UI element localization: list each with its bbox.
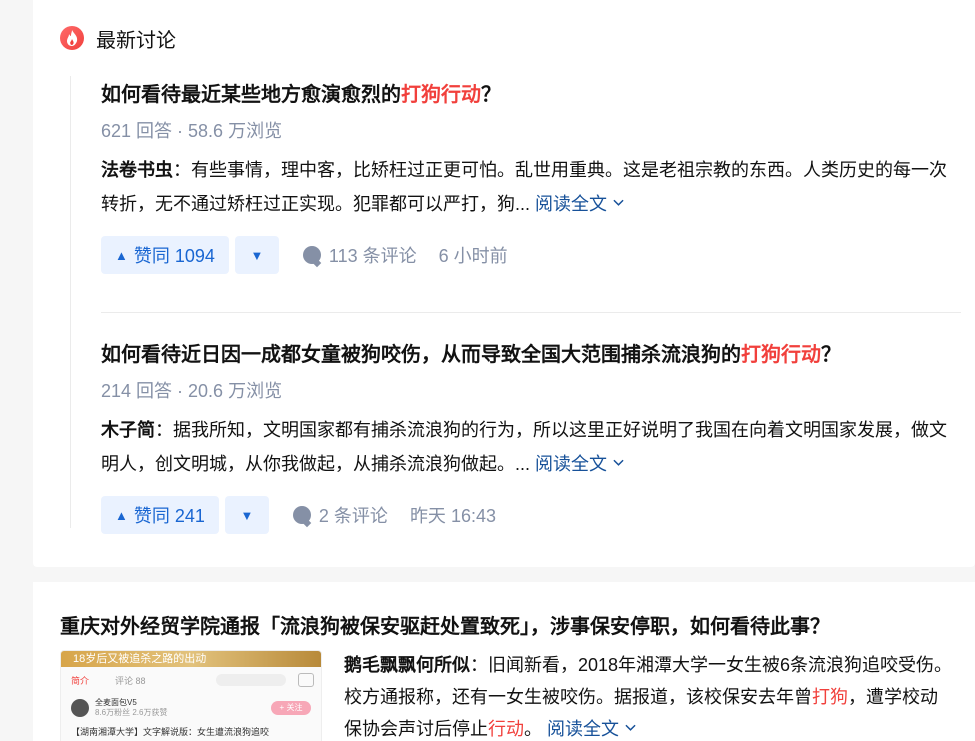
- thumbnail-caption: 【湖南湘潭大学】文字解说版：女生遭流浪狗追咬: [71, 727, 270, 737]
- discussion-thread: 如何看待最近某些地方愈演愈烈的打狗行动？ 621 回答 · 58.6 万浏览 法…: [70, 76, 975, 534]
- question-title[interactable]: 如何看待最近某些地方愈演愈烈的打狗行动？: [101, 76, 961, 114]
- question-title-highlight[interactable]: 打狗行动: [741, 344, 821, 366]
- thumbnail-tabs: 简介 评论 88: [61, 671, 321, 689]
- answer-excerpt[interactable]: 法卷书虫：有些事情，理中客，比矫枉过正更可怕。乱世用重典。这是老祖宗教的东西。人…: [101, 153, 951, 221]
- thumbnail-tab-intro: 简介: [71, 675, 90, 686]
- read-more-link[interactable]: 阅读全文: [535, 194, 624, 214]
- answer-excerpt[interactable]: 鹅毛飘飘何所似：旧闻新看，2018年湘潭大学一女生被6条流浪狗追咬受伤。校方通报…: [344, 649, 954, 741]
- question-meta: 621 回答 · 58.6 万浏览: [101, 121, 283, 141]
- comment-icon: [302, 246, 321, 264]
- chevron-down-icon: [613, 199, 624, 206]
- upvote-button[interactable]: ▲ 赞同 241: [101, 496, 219, 534]
- video-thumbnail[interactable]: 18岁后又被追杀之路的出动 简介 评论 88 全麦面包V5 8.6万粉丝 2.6…: [60, 650, 322, 741]
- avatar: [71, 699, 89, 717]
- downvote-button[interactable]: ▼: [234, 236, 279, 274]
- question-title[interactable]: 重庆对外经贸学院通报「流浪狗被保安驱赶处置致死」，涉事保安停职，如何看待此事？: [60, 610, 830, 639]
- answer-author[interactable]: 鹅毛飘飘何所似: [344, 655, 470, 675]
- read-more-link[interactable]: 阅读全文: [547, 719, 636, 739]
- latest-discussion-card: 最新讨论 如何看待最近某些地方愈演愈烈的打狗行动？ 621 回答 · 58.6 …: [33, 0, 975, 567]
- answer-author[interactable]: 法卷书虫: [101, 160, 173, 180]
- section-header: 最新讨论: [60, 24, 176, 52]
- thumbnail-user: 全麦面包V5 8.6万粉丝 2.6万获赞: [95, 698, 168, 717]
- feed-card: 重庆对外经贸学院通报「流浪狗被保安驱赶处置致死」，涉事保安停职，如何看待此事？ …: [33, 582, 975, 741]
- thumbnail-search-box: [215, 674, 286, 686]
- comment-icon: [292, 506, 311, 524]
- divider: [101, 312, 961, 313]
- chevron-down-icon: [625, 724, 636, 731]
- thumbnail-app-icon: [297, 673, 314, 687]
- thumbnail-user-row: 全麦面包V5 8.6万粉丝 2.6万获赞 + 关注: [61, 695, 321, 721]
- discussion-item: 如何看待最近某些地方愈演愈烈的打狗行动？ 621 回答 · 58.6 万浏览 法…: [101, 76, 961, 274]
- chevron-down-icon: [613, 459, 624, 466]
- downvote-icon: ▼: [240, 507, 254, 523]
- upvote-icon: ▲: [115, 507, 128, 523]
- fire-icon: [60, 26, 84, 50]
- comment-button[interactable]: 2 条评论: [292, 502, 388, 528]
- discussion-item: 如何看待近日因一成都女童被狗咬伤，从而导致全国大范围捕杀流浪狗的打狗行动？ 21…: [101, 336, 961, 534]
- section-title: 最新讨论: [96, 29, 176, 52]
- question-meta: 214 回答 · 20.6 万浏览: [101, 381, 283, 401]
- upvote-button[interactable]: ▲ 赞同 1094: [101, 236, 229, 274]
- answer-time: 昨天 16:43: [409, 506, 496, 526]
- comment-button[interactable]: 113 条评论: [302, 242, 417, 268]
- answer-actions: ▲ 赞同 241 ▼ 2 条评论 昨天 16:43: [101, 496, 961, 534]
- thumbnail-tab-comments: 评论 88: [115, 675, 146, 686]
- read-more-link[interactable]: 阅读全文: [535, 454, 624, 474]
- question-title[interactable]: 如何看待近日因一成都女童被狗咬伤，从而导致全国大范围捕杀流浪狗的打狗行动？: [101, 336, 961, 374]
- answer-actions: ▲ 赞同 1094 ▼ 113 条评论 6 小时前: [101, 236, 961, 274]
- answer-time: 6 小时前: [438, 246, 508, 266]
- downvote-button[interactable]: ▼: [224, 496, 269, 534]
- question-title-highlight[interactable]: 打狗行动: [401, 84, 481, 106]
- answer-author[interactable]: 木子简: [101, 420, 155, 440]
- answer-excerpt[interactable]: 木子简：据我所知，文明国家都有捕杀流浪狗的行为，所以这里正好说明了我国在向着文明…: [101, 413, 951, 481]
- upvote-icon: ▲: [115, 247, 128, 263]
- thumbnail-follow: + 关注: [271, 701, 311, 715]
- downvote-icon: ▼: [250, 247, 264, 263]
- thumbnail-banner: 18岁后又被追杀之路的出动: [61, 651, 321, 667]
